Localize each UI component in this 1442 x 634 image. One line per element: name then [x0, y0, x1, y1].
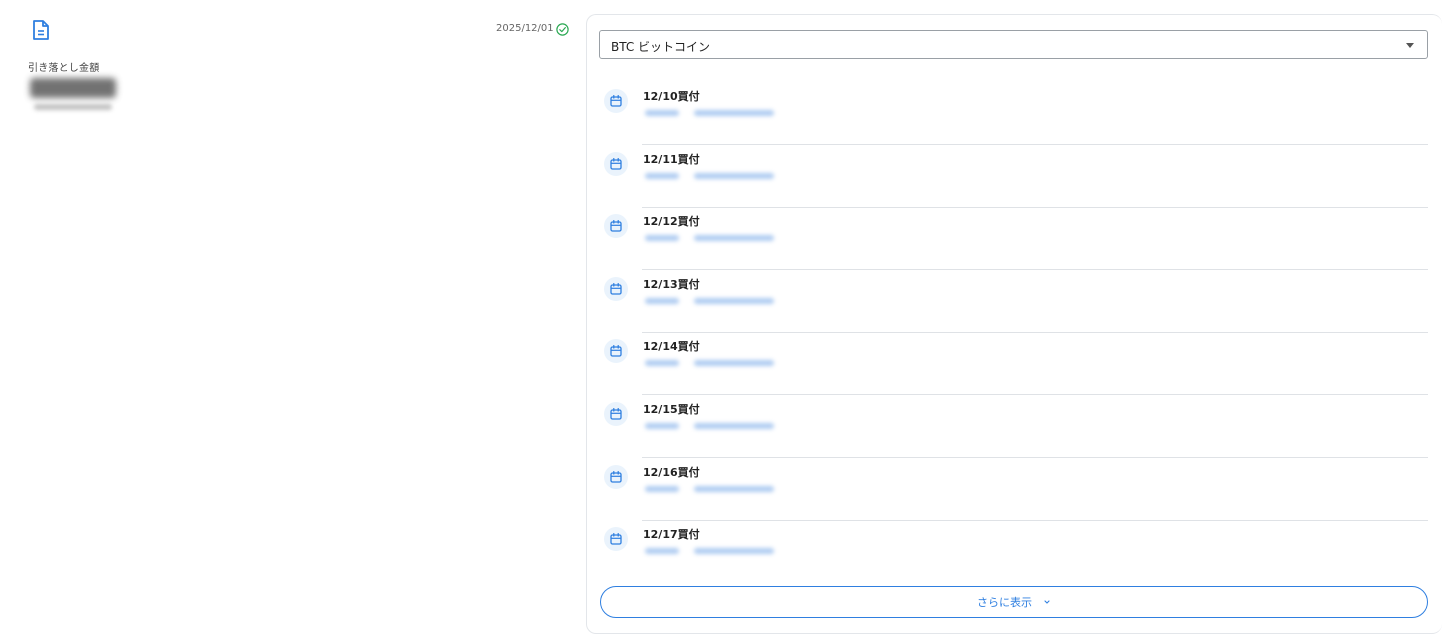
currency-select[interactable]: BTC ビットコイン: [599, 30, 1428, 59]
calendar-icon: [604, 527, 628, 551]
redacted-subtext: [34, 104, 112, 110]
purchase-item-title: 12/15買付: [643, 403, 700, 416]
redacted-value: [694, 548, 774, 554]
show-more-button[interactable]: さらに表示: [600, 586, 1428, 618]
redacted-value: [694, 173, 774, 179]
purchase-item-title: 12/16買付: [643, 466, 700, 479]
purchase-list-item[interactable]: 12/11買付: [600, 139, 1428, 201]
calendar-icon: [604, 152, 628, 176]
redacted-value: [694, 235, 774, 241]
calendar-icon: [604, 402, 628, 426]
caret-down-icon: [1406, 43, 1414, 48]
redacted-value: [694, 423, 774, 429]
purchase-item-title: 12/10買付: [643, 90, 700, 103]
show-more-label: さらに表示: [977, 597, 1032, 609]
redacted-quantity: [645, 298, 679, 304]
withdrawal-summary: 引き落とし金額 2025/12/01: [0, 0, 580, 622]
redacted-value: [694, 110, 774, 116]
chevron-down-icon: [1044, 600, 1050, 604]
check-circle-icon: [556, 23, 569, 36]
redacted-amount: [30, 78, 116, 98]
purchase-item-title: 12/11買付: [643, 153, 700, 166]
purchase-list-item[interactable]: 12/14買付: [600, 326, 1428, 388]
purchase-item-title: 12/14買付: [643, 340, 700, 353]
redacted-quantity: [645, 360, 679, 366]
redacted-quantity: [645, 110, 679, 116]
purchase-item-title: 12/17買付: [643, 528, 700, 541]
calendar-icon: [604, 89, 628, 113]
purchase-item-title: 12/13買付: [643, 278, 700, 291]
redacted-quantity: [645, 548, 679, 554]
calendar-icon: [604, 465, 628, 489]
withdrawal-amount-label: 引き落とし金額: [28, 63, 100, 74]
redacted-quantity: [645, 235, 679, 241]
calendar-icon: [604, 277, 628, 301]
redacted-value: [694, 298, 774, 304]
calendar-icon: [604, 214, 628, 238]
currency-select-value: BTC ビットコイン: [611, 40, 711, 54]
purchase-list-item[interactable]: 12/13買付: [600, 264, 1428, 326]
document-icon: [33, 20, 49, 40]
purchase-list-item[interactable]: 12/15買付: [600, 389, 1428, 451]
redacted-quantity: [645, 486, 679, 492]
purchase-list-item[interactable]: 12/17買付: [600, 514, 1428, 576]
purchase-item-title: 12/12買付: [643, 215, 700, 228]
purchase-list-item[interactable]: 12/12買付: [600, 201, 1428, 263]
purchase-list-item[interactable]: 12/16買付: [600, 452, 1428, 514]
calendar-icon: [604, 339, 628, 363]
purchase-list-item[interactable]: 12/10買付: [600, 76, 1428, 138]
redacted-value: [694, 360, 774, 366]
redacted-value: [694, 486, 774, 492]
redacted-quantity: [645, 423, 679, 429]
redacted-quantity: [645, 173, 679, 179]
summary-date: 2025/12/01: [496, 23, 554, 34]
